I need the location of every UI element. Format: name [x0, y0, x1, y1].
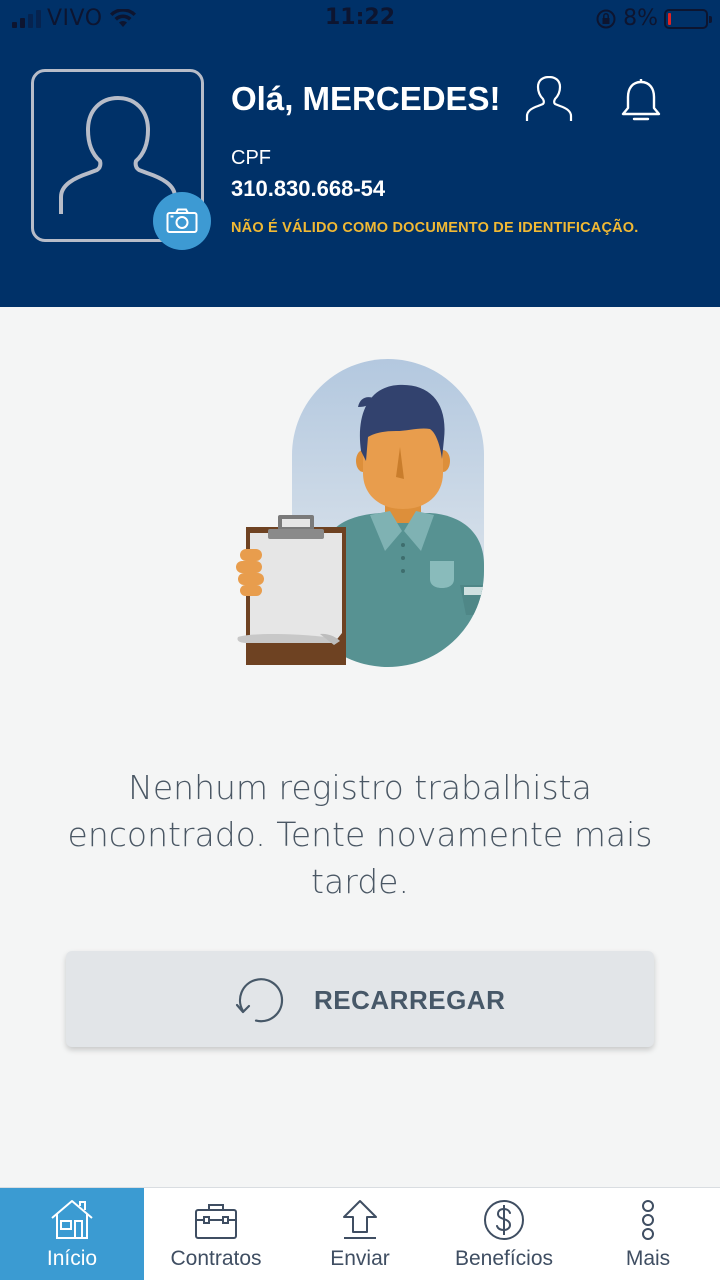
nav-label: Início — [46, 1247, 98, 1270]
empty-state-message: Nenhum registro trabalhista encontrado. … — [60, 764, 660, 905]
rotation-lock-icon — [596, 9, 616, 28]
status-bar: VIVO 11:22 8% — [0, 0, 720, 40]
more-vertical-icon — [642, 1200, 654, 1240]
nav-item-inicio[interactable]: Início — [0, 1188, 144, 1280]
nav-item-contratos[interactable]: Contratos — [144, 1188, 288, 1280]
id-warning: NÃO É VÁLIDO COMO DOCUMENTO DE IDENTIFIC… — [231, 220, 639, 236]
nav-label: Contratos — [170, 1247, 262, 1270]
battery-percent: 8% — [623, 6, 658, 31]
cpf-value: 310.830.668-54 — [231, 176, 386, 201]
reload-icon — [235, 978, 284, 1023]
nav-label: Enviar — [330, 1247, 390, 1270]
battery-fill — [668, 12, 671, 25]
header: VIVO 11:22 8% Olá, MERCEDES! CPF 310.830… — [0, 0, 720, 307]
profile-icon[interactable] — [524, 76, 574, 126]
camera-icon — [166, 208, 198, 233]
change-photo-button[interactable] — [153, 192, 211, 250]
empty-state-illustration — [236, 359, 484, 667]
nav-item-mais[interactable]: Mais — [576, 1188, 720, 1280]
home-icon — [51, 1200, 93, 1239]
battery-icon — [664, 8, 712, 29]
nav-label: Mais — [625, 1247, 671, 1270]
upload-icon — [343, 1200, 377, 1239]
status-right: 8% — [595, 6, 712, 31]
bell-icon[interactable] — [618, 76, 664, 126]
message-line: Nenhum registro trabalhista — [128, 768, 592, 807]
reload-label: RECARREGAR — [314, 985, 506, 1015]
dollar-icon — [484, 1200, 524, 1240]
message-line: tarde. — [311, 862, 409, 901]
greeting: Olá, MERCEDES! — [231, 80, 501, 117]
nav-label: Benefícios — [454, 1247, 554, 1270]
briefcase-icon — [195, 1204, 237, 1239]
nav-item-beneficios[interactable]: Benefícios — [432, 1188, 576, 1280]
nav-item-enviar[interactable]: Enviar — [288, 1188, 432, 1280]
message-line: encontrado. Tente novamente mais — [67, 815, 653, 854]
cpf-label: CPF — [231, 147, 271, 169]
bottom-nav: Início Contratos Enviar Benefícios Mais — [0, 1187, 720, 1280]
